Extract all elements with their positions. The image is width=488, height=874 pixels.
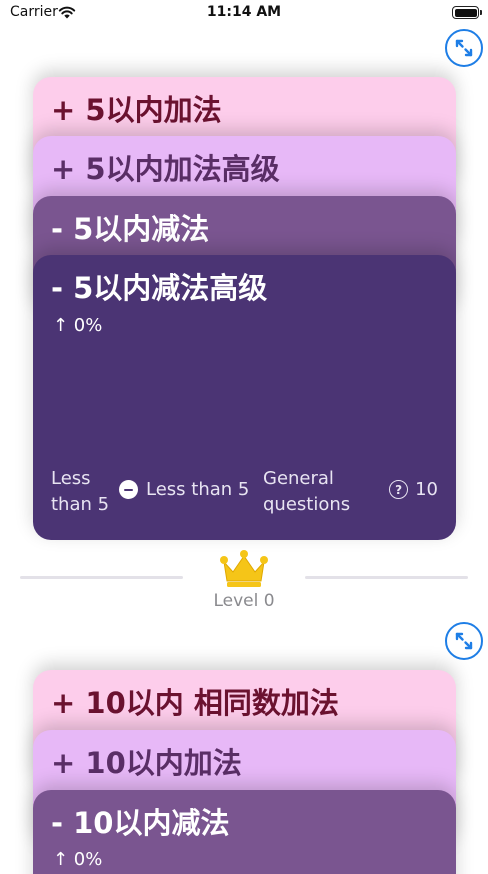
card-title: - 10以内减法 xyxy=(51,806,230,840)
crown-icon xyxy=(220,550,268,587)
battery-icon xyxy=(452,6,482,19)
difficulty-label: Less than 5 xyxy=(51,468,110,515)
question-type-label: General questions xyxy=(263,468,351,515)
progress-label: ↑ 0% xyxy=(53,315,103,336)
card-subtract-within-5-advanced[interactable]: - 5以内减法高级 ↑ 0% Less than 5 Less than 5 G… xyxy=(33,255,456,540)
range-label: Less than 5 xyxy=(119,479,249,500)
question-mark-icon: ? xyxy=(389,480,409,499)
divider-left xyxy=(20,576,183,579)
card-footer: Less than 5 Less than 5 General question… xyxy=(51,466,438,518)
card-subtract-within-10[interactable]: - 10以内减法 ↑ 0% xyxy=(33,790,456,874)
card-title: + 5以内加法高级 xyxy=(51,152,280,186)
level-label: Level 0 xyxy=(213,591,275,611)
question-count: ? 10 xyxy=(389,479,438,500)
expand-button[interactable] xyxy=(445,622,483,660)
minus-circle-icon xyxy=(119,480,138,499)
expand-arrows-icon xyxy=(455,632,473,650)
card-title: - 5以内减法高级 xyxy=(51,271,268,305)
expand-button[interactable] xyxy=(445,29,483,67)
card-title: + 5以内加法 xyxy=(51,93,222,127)
status-bar: Carrier 11:14 AM xyxy=(0,0,488,26)
progress-label: ↑ 0% xyxy=(53,849,103,870)
card-title: + 10以内 相同数加法 xyxy=(51,686,339,720)
card-title: + 10以内加法 xyxy=(51,746,242,780)
clock-time: 11:14 AM xyxy=(206,4,282,20)
divider-right xyxy=(305,576,468,579)
card-title: - 5以内减法 xyxy=(51,212,210,246)
expand-arrows-icon xyxy=(455,39,473,57)
